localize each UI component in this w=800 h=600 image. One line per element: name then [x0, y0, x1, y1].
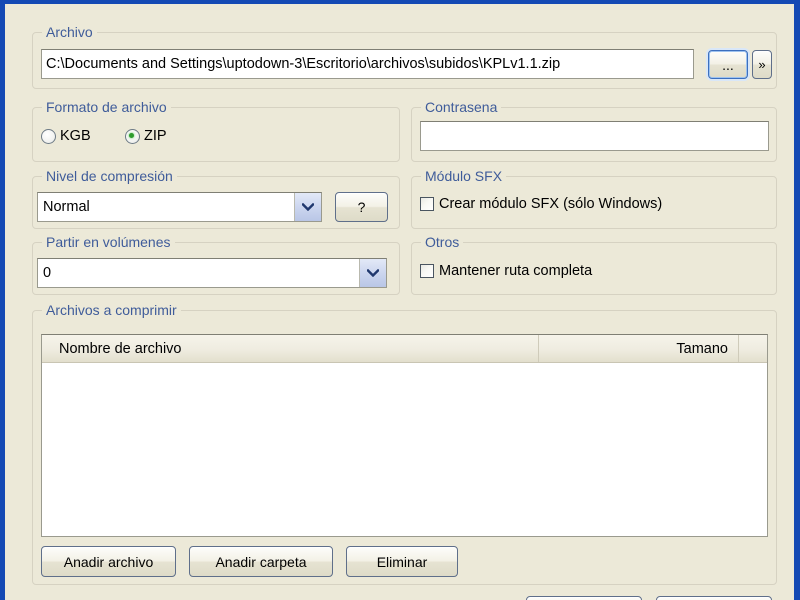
- radio-kgb-label: KGB: [60, 128, 91, 144]
- split-group-title: Partir en volúmenes: [42, 234, 175, 250]
- add-folder-label: Anadir carpeta: [215, 553, 307, 570]
- password-group-title: Contrasena: [421, 99, 502, 115]
- file-group-title: Archivo: [42, 24, 97, 40]
- add-folder-button[interactable]: Anadir carpeta: [189, 546, 333, 577]
- radio-zip-icon[interactable]: [125, 128, 140, 144]
- radio-zip-label: ZIP: [144, 128, 167, 144]
- more-options-button[interactable]: »: [752, 50, 772, 79]
- bottom-action-button-2[interactable]: [656, 596, 772, 600]
- keep-full-path-row[interactable]: Mantener ruta completa: [420, 263, 592, 279]
- split-volumes-value: 0: [43, 265, 52, 281]
- compression-group-title: Nivel de compresión: [42, 168, 177, 184]
- format-group-title: Formato de archivo: [42, 99, 171, 115]
- chevron-down-icon[interactable]: [294, 193, 321, 221]
- remove-label: Eliminar: [376, 553, 428, 570]
- column-header-filename[interactable]: Nombre de archivo: [42, 335, 539, 362]
- password-input[interactable]: [420, 121, 769, 151]
- more-options-label: »: [758, 57, 766, 72]
- add-file-button[interactable]: Anadir archivo: [41, 546, 176, 577]
- files-group-title: Archivos a comprimir: [42, 302, 181, 318]
- sfx-group-title: Módulo SFX: [421, 168, 507, 184]
- sfx-checkbox[interactable]: [420, 197, 434, 211]
- radio-option-kgb[interactable]: KGB: [41, 128, 91, 144]
- compression-help-button[interactable]: ?: [335, 192, 388, 222]
- files-list-body[interactable]: [42, 363, 767, 536]
- sfx-checkbox-label: Crear módulo SFX (sólo Windows): [439, 196, 663, 212]
- split-volumes-select[interactable]: 0: [37, 258, 387, 288]
- column-header-size[interactable]: Tamano: [539, 335, 739, 362]
- bottom-action-button-1[interactable]: [526, 596, 642, 600]
- archive-path-input[interactable]: C:\Documents and Settings\uptodown-3\Esc…: [41, 49, 694, 79]
- dialog-client-area: Archivo C:\Documents and Settings\uptodo…: [5, 4, 794, 600]
- radio-kgb-icon[interactable]: [41, 128, 56, 144]
- column-header-filler: [739, 335, 767, 362]
- browse-button[interactable]: ...: [708, 50, 748, 79]
- chevron-down-icon[interactable]: [359, 259, 386, 287]
- compression-level-select[interactable]: Normal: [37, 192, 322, 222]
- archiver-window: Archivo C:\Documents and Settings\uptodo…: [0, 0, 800, 600]
- files-listview[interactable]: Nombre de archivo Tamano: [41, 334, 768, 537]
- sfx-checkbox-row[interactable]: Crear módulo SFX (sólo Windows): [420, 196, 662, 212]
- radio-option-zip[interactable]: ZIP: [125, 128, 167, 144]
- files-list-header: Nombre de archivo Tamano: [42, 335, 767, 363]
- compression-level-value: Normal: [43, 199, 90, 215]
- browse-button-label: ...: [722, 56, 734, 73]
- add-file-label: Anadir archivo: [63, 553, 154, 570]
- keep-full-path-checkbox[interactable]: [420, 264, 434, 278]
- remove-button[interactable]: Eliminar: [346, 546, 458, 577]
- other-group-title: Otros: [421, 234, 464, 250]
- keep-full-path-label: Mantener ruta completa: [439, 263, 593, 279]
- archive-path-value: C:\Documents and Settings\uptodown-3\Esc…: [46, 55, 561, 72]
- compression-help-label: ?: [357, 199, 366, 215]
